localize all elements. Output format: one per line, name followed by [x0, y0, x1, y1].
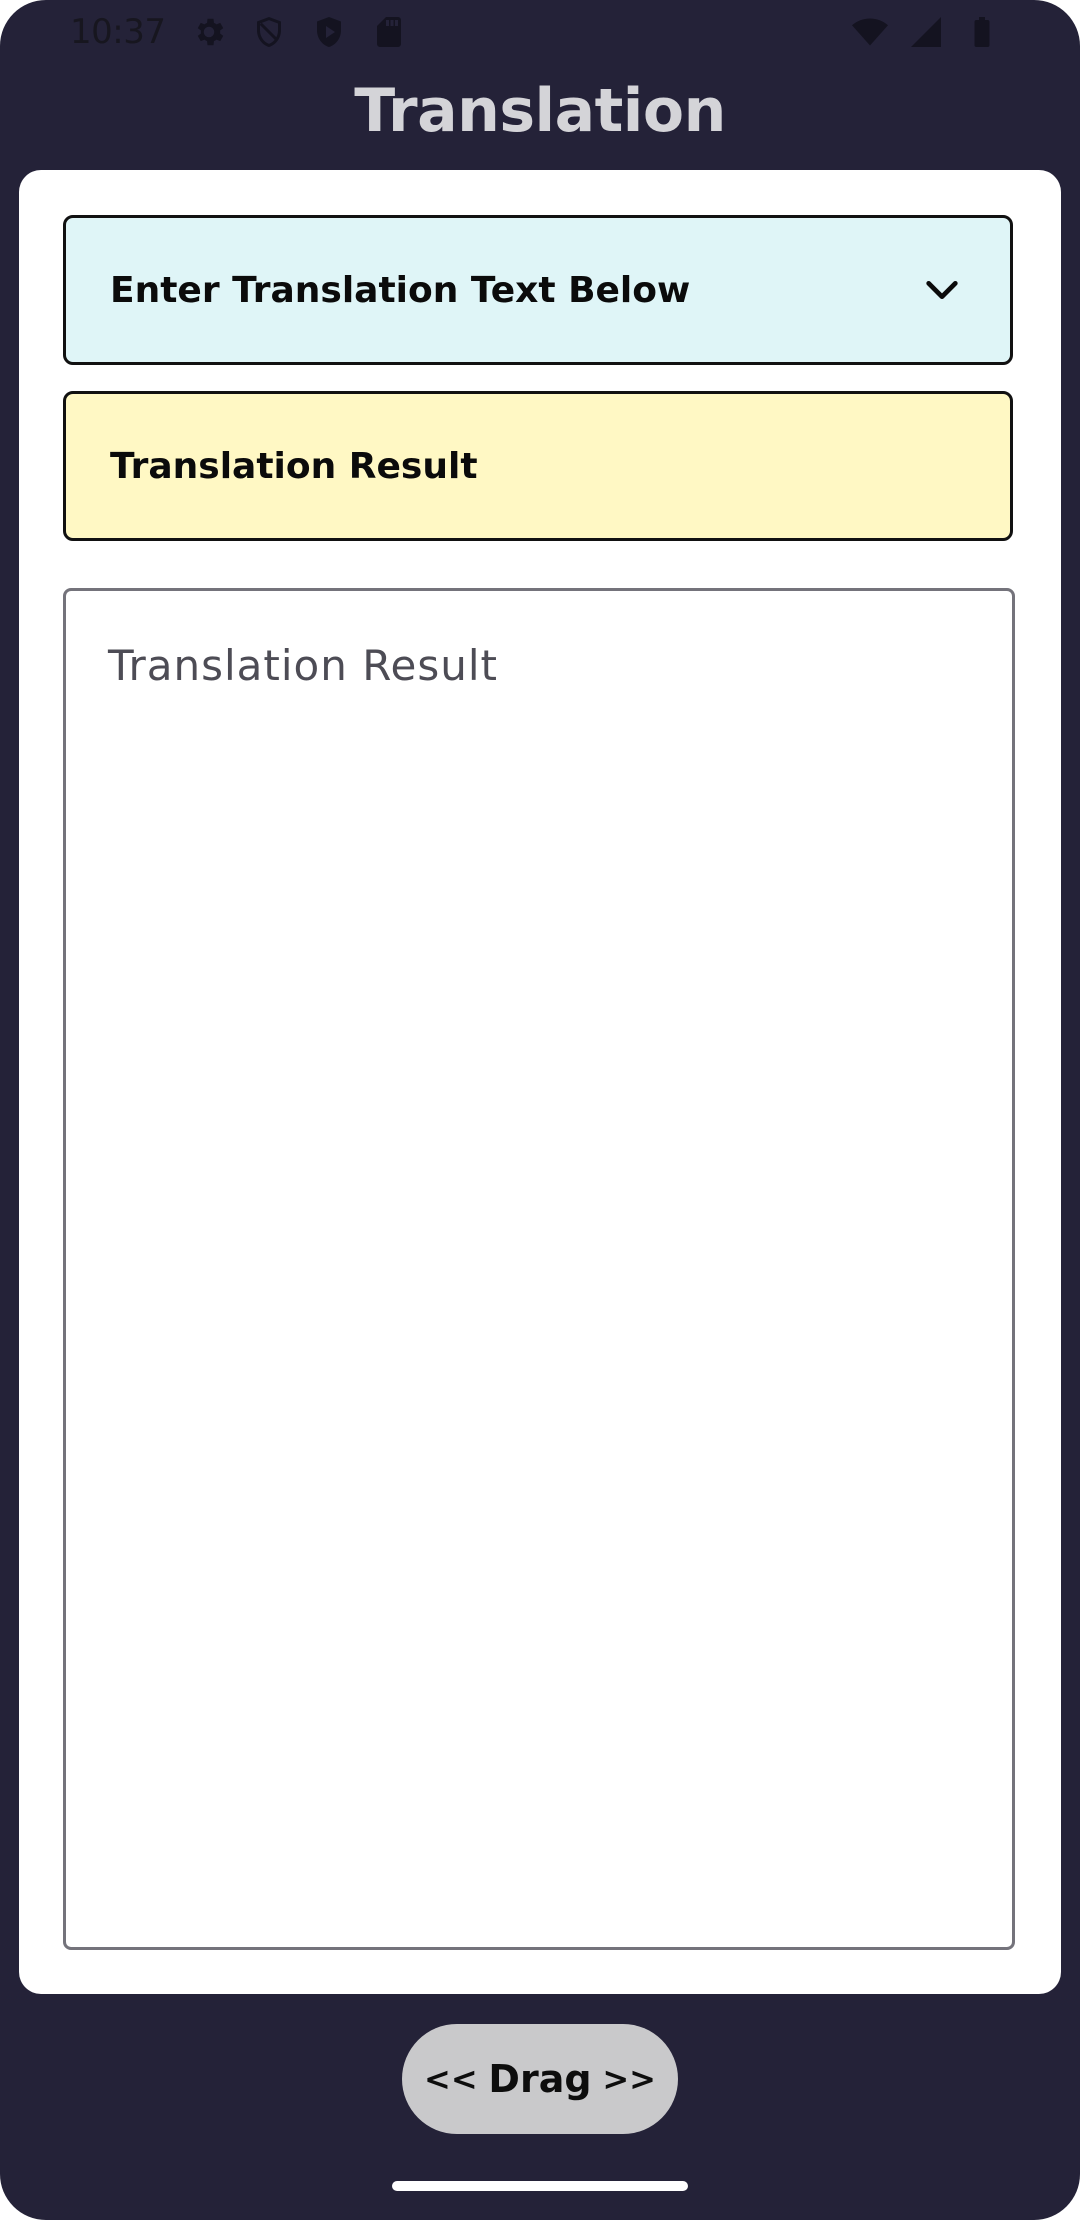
play-protect-icon — [309, 12, 349, 52]
status-right-group — [842, 12, 1010, 52]
translation-card: Enter Translation Text Below Translation… — [19, 170, 1061, 1994]
drag-handle[interactable]: << Drag >> — [402, 2024, 678, 2134]
translation-result-field[interactable]: Translation Result — [63, 588, 1015, 1950]
battery-icon — [962, 12, 1002, 52]
sd-card-icon — [369, 12, 409, 52]
drag-left-arrow: << — [424, 2060, 478, 2098]
translation-input-dropdown[interactable]: Enter Translation Text Below — [63, 215, 1013, 365]
result-field-placeholder: Translation Result — [108, 641, 498, 690]
status-time: 10:37 — [70, 12, 166, 52]
drag-label: Drag — [488, 2057, 592, 2101]
chevron-down-icon[interactable] — [918, 266, 966, 314]
wifi-icon — [850, 12, 890, 52]
app-screen: 10:37 Translation Enter Translation Text… — [0, 0, 1080, 2220]
input-panel-label: Enter Translation Text Below — [110, 269, 691, 311]
cell-signal-icon — [906, 12, 946, 52]
status-bar: 10:37 — [0, 0, 1080, 64]
shield-icon — [249, 12, 289, 52]
home-indicator[interactable] — [392, 2181, 688, 2191]
settings-icon — [189, 12, 229, 52]
result-panel-label: Translation Result — [110, 445, 478, 487]
translation-result-header[interactable]: Translation Result — [63, 391, 1013, 541]
page-title: Translation — [354, 76, 726, 146]
drag-right-arrow: >> — [602, 2060, 656, 2098]
